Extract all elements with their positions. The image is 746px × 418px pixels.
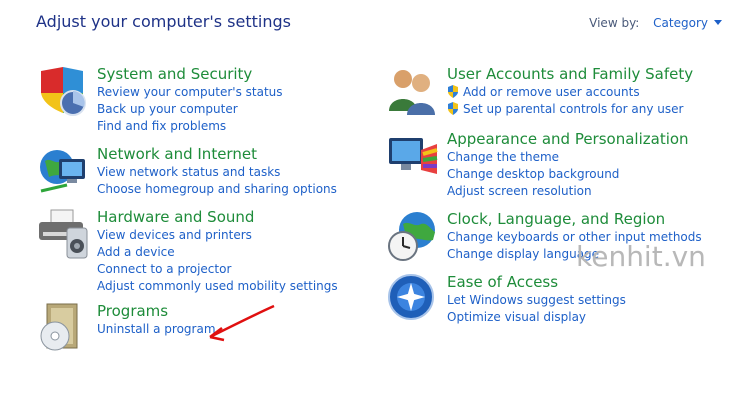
category-title[interactable]: Hardware and Sound xyxy=(97,208,397,227)
link-optimize-display[interactable]: Optimize visual display xyxy=(447,309,746,326)
monitor-palette-icon xyxy=(389,138,438,174)
link-screen-resolution[interactable]: Adjust screen resolution xyxy=(447,183,746,200)
view-by-label: View by: xyxy=(589,16,640,30)
uac-shield-icon xyxy=(448,102,458,115)
link-homegroup[interactable]: Choose homegroup and sharing options xyxy=(97,181,397,198)
category-title[interactable]: Appearance and Personalization xyxy=(447,130,746,149)
chevron-down-icon xyxy=(714,20,722,25)
link-text: Add or remove user accounts xyxy=(463,85,640,99)
link-network-status[interactable]: View network status and tasks xyxy=(97,164,397,181)
link-suggest-settings[interactable]: Let Windows suggest settings xyxy=(447,292,746,309)
shield-pie-icon xyxy=(41,67,86,116)
view-by-dropdown[interactable]: Category xyxy=(653,16,722,30)
category-title[interactable]: User Accounts and Family Safety xyxy=(447,65,746,84)
printer-speaker-icon xyxy=(39,209,88,259)
globe-clock-icon xyxy=(388,212,435,261)
category-title[interactable]: System and Security xyxy=(97,65,397,84)
link-add-remove-users[interactable]: Add or remove user accounts xyxy=(447,84,746,101)
watermark: kenhit.vn xyxy=(576,240,706,273)
category-title[interactable]: Clock, Language, and Region xyxy=(447,210,746,229)
globe-network-icon xyxy=(40,150,85,193)
page-title: Adjust your computer's settings xyxy=(36,12,291,31)
ease-of-access-icon xyxy=(388,274,434,320)
uac-shield-icon xyxy=(448,85,458,98)
link-change-theme[interactable]: Change the theme xyxy=(447,149,746,166)
link-add-device[interactable]: Add a device xyxy=(97,244,397,261)
category-title[interactable]: Network and Internet xyxy=(97,145,397,164)
users-icon xyxy=(389,70,435,115)
view-by: View by: Category xyxy=(589,16,722,30)
link-back-up[interactable]: Back up your computer xyxy=(97,101,397,118)
annotation-arrow-icon xyxy=(209,304,275,342)
link-find-fix[interactable]: Find and fix problems xyxy=(97,118,397,135)
link-mobility[interactable]: Adjust commonly used mobility settings xyxy=(97,278,397,295)
link-desktop-background[interactable]: Change desktop background xyxy=(447,166,746,183)
link-projector[interactable]: Connect to a projector xyxy=(97,261,397,278)
link-text: Set up parental controls for any user xyxy=(463,102,684,116)
view-by-value: Category xyxy=(653,16,708,30)
link-review-status[interactable]: Review your computer's status xyxy=(97,84,397,101)
link-devices-printers[interactable]: View devices and printers xyxy=(97,227,397,244)
category-title[interactable]: Ease of Access xyxy=(447,273,746,292)
programs-disc-icon xyxy=(40,303,78,351)
link-parental-controls[interactable]: Set up parental controls for any user xyxy=(447,101,746,118)
